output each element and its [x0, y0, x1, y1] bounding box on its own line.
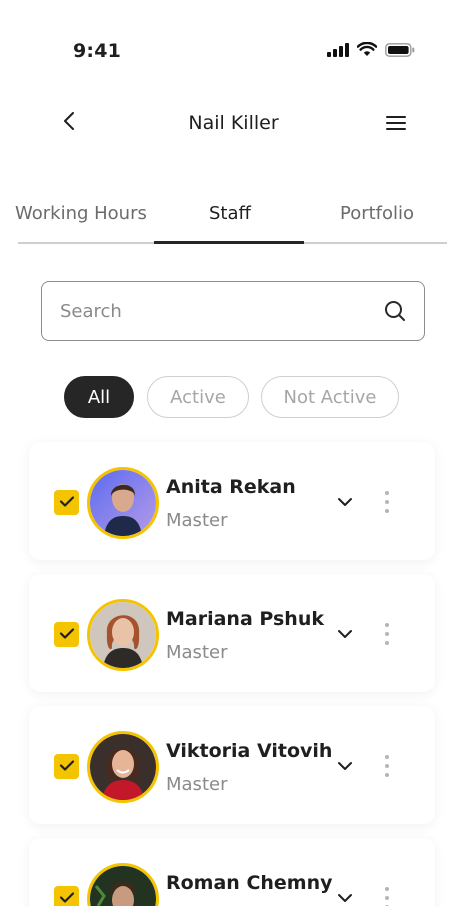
search-icon[interactable] [384, 300, 406, 322]
tab-portfolio[interactable]: Portfolio [340, 203, 414, 224]
staff-name: Viktoria Vitovih [166, 740, 333, 762]
staff-card[interactable]: Viktoria Vitovih Master [29, 706, 435, 824]
staff-checkbox[interactable] [54, 490, 79, 515]
chevron-down-icon[interactable] [335, 492, 355, 512]
avatar [87, 731, 159, 803]
chevron-down-icon[interactable] [335, 756, 355, 776]
search-input[interactable]: Search [41, 281, 425, 341]
chevron-down-icon[interactable] [335, 888, 355, 908]
avatar [87, 467, 159, 539]
tab-bar: Working Hours Staff Portfolio [0, 195, 467, 245]
hamburger-menu-icon [385, 116, 407, 138]
staff-card[interactable]: Anita Rekan Master [29, 442, 435, 560]
tab-active-indicator [154, 241, 304, 244]
staff-role: Master [166, 510, 228, 531]
checkmark-icon [59, 493, 75, 512]
chevron-down-icon[interactable] [335, 624, 355, 644]
tab-staff[interactable]: Staff [209, 203, 251, 224]
filter-all-chip[interactable]: All [64, 376, 134, 418]
staff-checkbox[interactable] [54, 622, 79, 647]
checkmark-icon [59, 625, 75, 644]
staff-checkbox[interactable] [54, 754, 79, 779]
more-vertical-icon[interactable] [379, 753, 395, 779]
more-vertical-icon[interactable] [379, 621, 395, 647]
wifi-icon [356, 41, 378, 61]
status-time: 9:41 [73, 40, 122, 62]
more-vertical-icon[interactable] [379, 489, 395, 515]
battery-icon [385, 42, 415, 61]
bottom-edge [0, 906, 467, 924]
avatar [87, 599, 159, 671]
filter-active-chip[interactable]: Active [147, 376, 249, 418]
tab-working-hours[interactable]: Working Hours [15, 203, 147, 224]
menu-button[interactable] [385, 112, 407, 134]
checkmark-icon [59, 757, 75, 776]
search-placeholder: Search [60, 301, 122, 322]
staff-name: Mariana Pshuk [166, 608, 324, 630]
signal-icon [327, 42, 349, 61]
app-header: Nail Killer [0, 100, 467, 148]
staff-name: Anita Rekan [166, 476, 296, 498]
staff-role: Master [166, 774, 228, 795]
status-bar: 9:41 [0, 0, 467, 100]
staff-name: Roman Chemny [166, 872, 333, 894]
staff-role: Master [166, 642, 228, 663]
filter-not-active-chip[interactable]: Not Active [261, 376, 399, 418]
status-icons [327, 41, 415, 61]
staff-card[interactable]: Mariana Pshuk Master [29, 574, 435, 692]
